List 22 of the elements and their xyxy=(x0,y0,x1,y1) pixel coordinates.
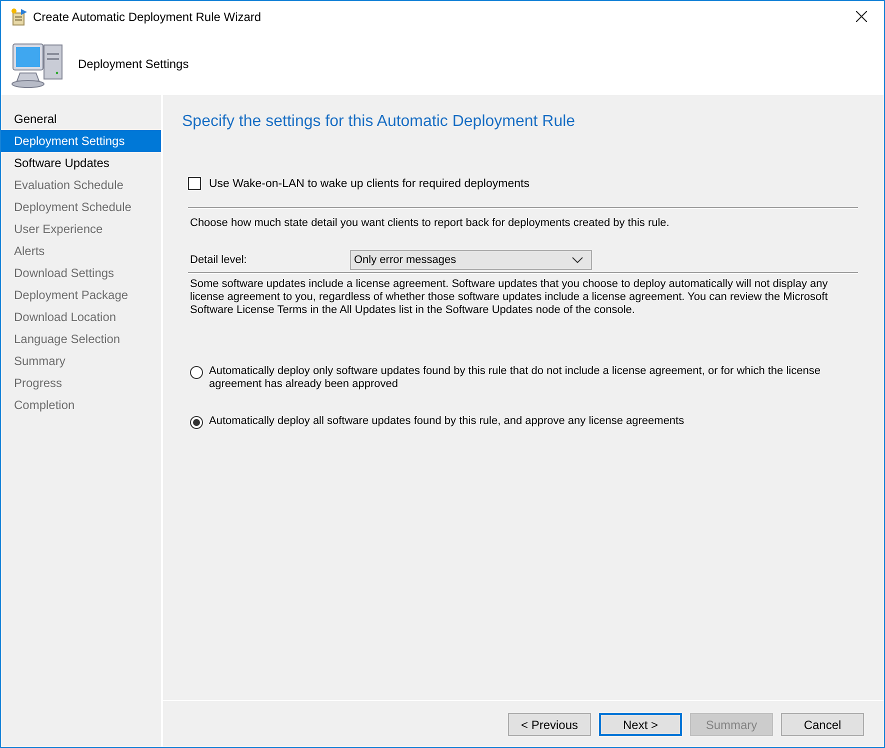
license-text: Some software updates include a license agreement. Software updates that you choose to deploy automatically will not display any license agreement to you, regardless of whether those software updates include a license agreement. You can review the Microsoft Software License Terms in the All Updates list in the Software Updates node of the console. xyxy=(190,278,829,317)
close-icon xyxy=(856,11,866,22)
chevron-down-icon xyxy=(572,256,583,264)
sidebar-item[interactable]: General xyxy=(1,108,161,130)
window-title: Create Automatic Deployment Rule Wizard xyxy=(33,10,262,24)
detail-level-dropdown[interactable]: Only error messages xyxy=(350,250,592,270)
radio-button[interactable] xyxy=(190,416,203,429)
radio-button[interactable] xyxy=(190,366,203,379)
wizard-button[interactable]: Next > xyxy=(599,713,682,736)
wizard-icon xyxy=(10,8,28,26)
checkbox[interactable] xyxy=(188,177,201,190)
sidebar-item[interactable]: Deployment Settings xyxy=(1,130,161,152)
field-label: Detail level: xyxy=(190,254,248,266)
checkbox-label: Use Wake-on-LAN to wake up clients for required deployments xyxy=(209,178,530,190)
page-title: Deployment Settings xyxy=(78,56,189,70)
radio-label: Automatically deploy only software updates found by this rule that do not include a license agreement, or for which the license agreement has already been approved xyxy=(209,365,822,391)
sidebar-item[interactable]: Software Updates xyxy=(1,152,161,174)
wizard-button[interactable]: Cancel xyxy=(781,713,864,736)
description-text: Choose how much state detail you want clients to report back for deployments created by this rule. xyxy=(190,217,670,230)
section-heading: Specify the settings for this Automatic Deployment Rule xyxy=(182,113,576,131)
radio-label: Automatically deploy all software updates found by this rule, and approve any license agreements xyxy=(209,415,684,428)
wizard-button[interactable]: < Previous xyxy=(508,713,591,736)
